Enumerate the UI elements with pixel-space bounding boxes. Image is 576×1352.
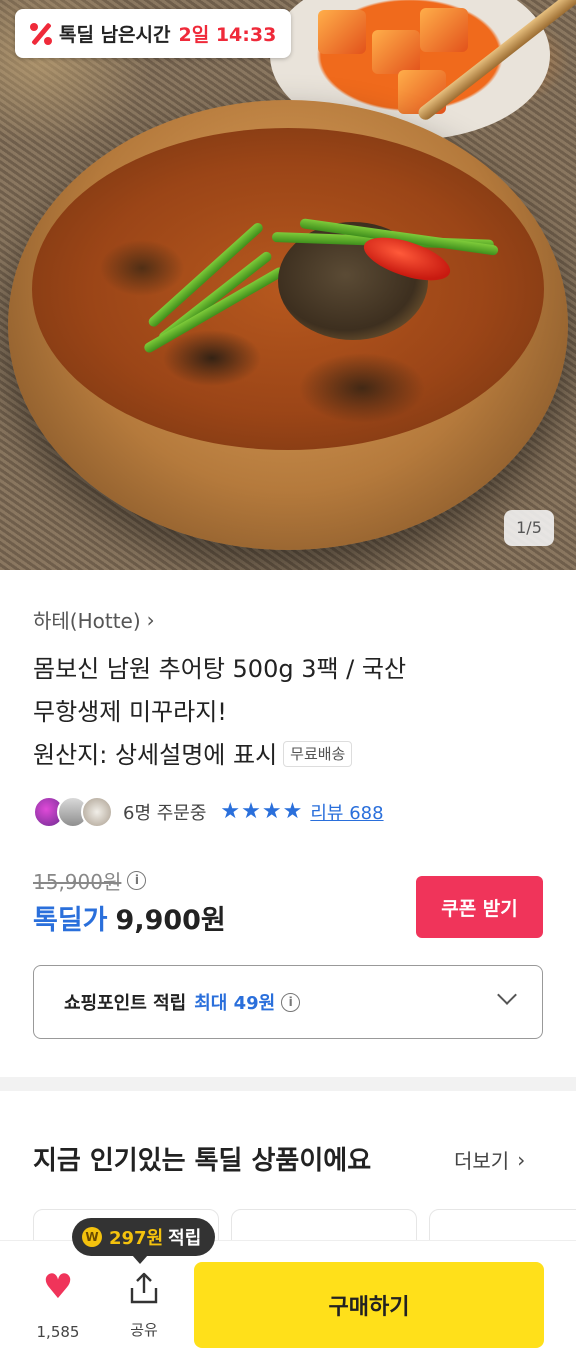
deal-price: 톡딜가 9,900원 [33, 898, 226, 937]
reward-label: 적립 [168, 1228, 202, 1249]
buy-button[interactable]: 구매하기 [194, 1262, 544, 1348]
share-label: 공유 [130, 1321, 158, 1339]
title-line-origin: 원산지: 상세설명에 표시 무료배송 [33, 734, 533, 777]
star-icon: ★ [220, 799, 241, 824]
reward-tooltip: W 297원 적립 [72, 1218, 216, 1264]
chevron-right-icon: › [146, 607, 155, 632]
more-label: 더보기 [454, 1149, 510, 1173]
bottom-action-bar: ♥ 1,585 공유 구매하기 [0, 1240, 576, 1352]
points-label: 쇼핑포인트 적립 [64, 993, 187, 1014]
product-image[interactable]: 1/5 [0, 0, 576, 570]
coupon-button[interactable]: 쿠폰 받기 [416, 876, 543, 938]
heart-icon: ♥ [42, 1267, 74, 1307]
more-link[interactable]: 더보기 › [454, 1145, 525, 1174]
reward-amount: 297원 [109, 1228, 164, 1249]
kimchi-cube [420, 8, 468, 52]
info-icon[interactable]: i [127, 871, 147, 890]
deal-timer-value: 2일 14:33 [178, 24, 277, 46]
like-button[interactable]: ♥ 1,585 [28, 1267, 88, 1343]
avatar [81, 796, 113, 828]
star-icon: ★ [282, 799, 303, 824]
section-divider [0, 1077, 576, 1091]
rating-stars: ★ ★ ★ ★ [220, 801, 302, 823]
kimchi-cube [318, 10, 366, 54]
original-price: 15,900원 i [33, 866, 147, 895]
chevron-right-icon: › [517, 1147, 526, 1172]
percent-icon [29, 21, 53, 46]
buyer-avatars [33, 796, 113, 828]
deal-timer-badge: 톡딜 남은시간 2일 14:33 [15, 9, 291, 58]
deal-price-value: 9,900원 [115, 905, 226, 936]
chevron-down-icon [497, 985, 517, 1005]
info-icon[interactable]: i [281, 992, 301, 1012]
brand-link[interactable]: 하테(Hotte) › [33, 605, 155, 634]
kimchi-cube [372, 30, 420, 74]
social-proof: 6명 주문중 ★ ★ ★ ★ 리뷰 688 [33, 795, 384, 829]
image-counter: 1/5 [504, 510, 554, 546]
share-icon [130, 1272, 158, 1304]
deal-price-label: 톡딜가 [33, 905, 108, 936]
coin-icon: W [82, 1227, 102, 1247]
section-title: 지금 인기있는 톡딜 상품이에요 [33, 1146, 372, 1176]
deal-timer-label: 톡딜 남은시간 [59, 24, 171, 46]
star-icon: ★ [241, 799, 261, 824]
free-shipping-badge: 무료배송 [283, 741, 353, 767]
product-title: 몸보신 남원 추어탕 500g 3팩 / 국산 무항생제 미꾸라지! 원산지: … [33, 648, 533, 777]
shopping-points-dropdown[interactable]: 쇼핑포인트 적립 최대 49원 i [33, 965, 543, 1039]
like-count: 1,585 [36, 1323, 80, 1341]
star-icon: ★ [261, 799, 282, 824]
origin-text: 원산지: 상세설명에 표시 [33, 741, 278, 769]
title-line: 무항생제 미꾸라지! [33, 698, 227, 726]
review-link[interactable]: 리뷰 688 [310, 799, 383, 825]
original-price-value: 15,900원 [33, 870, 122, 894]
ordering-count: 6명 주문중 [123, 803, 207, 824]
points-max: 최대 49원 [194, 993, 276, 1014]
brand-name: 하테(Hotte) [33, 609, 141, 633]
share-button[interactable]: 공유 [114, 1267, 174, 1343]
title-line: 몸보신 남원 추어탕 500g 3팩 / 국산 [33, 655, 407, 683]
